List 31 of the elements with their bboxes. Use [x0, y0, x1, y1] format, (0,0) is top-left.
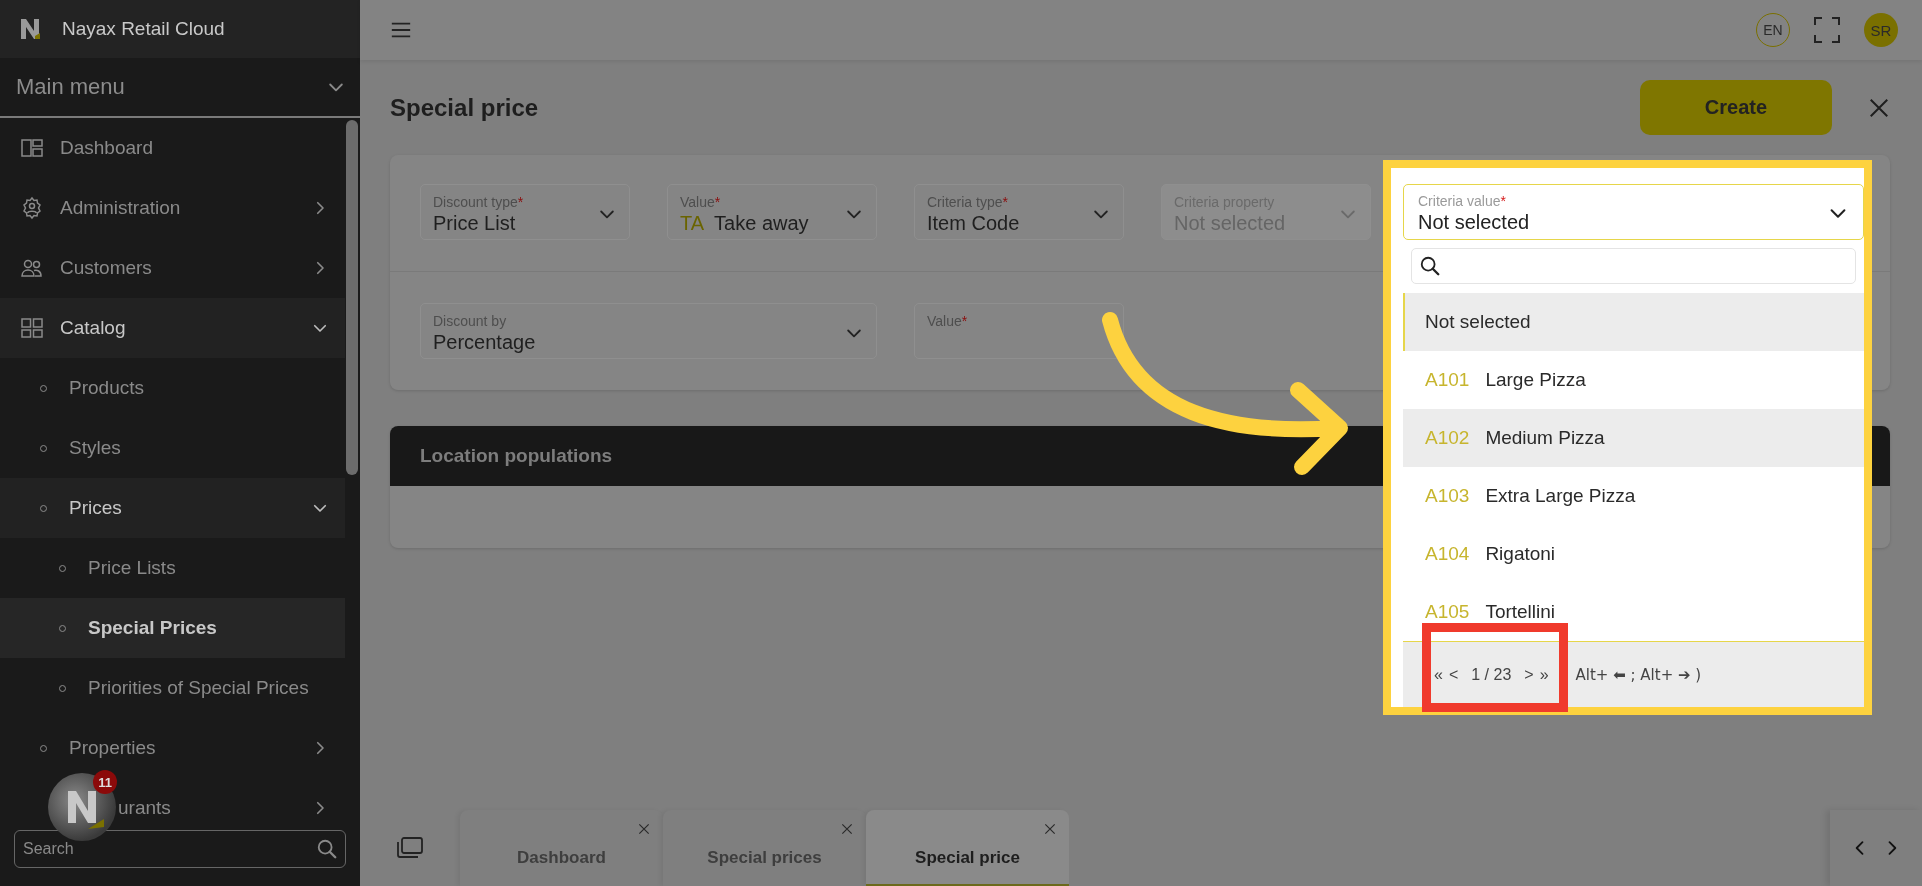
- main-menu-header[interactable]: Main menu: [0, 58, 360, 118]
- sidebar-item[interactable]: Dashboard: [0, 118, 345, 178]
- sidebar-item[interactable]: Price Lists: [0, 538, 345, 598]
- last-page-button[interactable]: »: [1538, 665, 1550, 684]
- page-title: Special price: [390, 93, 539, 122]
- dropdown-option[interactable]: A102 Medium Pizza: [1403, 409, 1864, 467]
- tab[interactable]: Special price: [866, 810, 1069, 886]
- page-indicator: 1 / 23: [1471, 665, 1512, 684]
- search-field[interactable]: Search: [14, 830, 346, 868]
- select-field[interactable]: Criteria value* Not selected: [1403, 184, 1864, 240]
- create-button[interactable]: Create: [1640, 80, 1832, 135]
- shortcut-hint: Alt+ ⬅ ; Alt+ ➔ ): [1575, 665, 1702, 684]
- user-avatar[interactable]: SR: [1864, 13, 1898, 47]
- sidebar-item[interactable]: urants: [118, 797, 171, 818]
- sidebar-item[interactable]: Special Prices: [0, 598, 345, 658]
- sidebar-item[interactable]: Customers: [0, 238, 345, 298]
- sidebar-item[interactable]: Products: [0, 358, 345, 418]
- sidebar-item[interactable]: Prices: [0, 478, 345, 538]
- dropdown-option[interactable]: Not selected: [1403, 293, 1864, 351]
- brand-name: Nayax Retail Cloud: [62, 18, 225, 40]
- notification-count: 11: [93, 770, 117, 794]
- sidebar-item[interactable]: Styles: [0, 418, 345, 478]
- sidebar-item[interactable]: Administration: [0, 178, 345, 238]
- tab[interactable]: Special prices: [663, 810, 866, 886]
- sidebar-item[interactable]: Catalog: [0, 298, 345, 358]
- section-title: Location populations: [420, 445, 613, 467]
- tab[interactable]: Dashboard: [460, 810, 663, 886]
- next-page-button[interactable]: >: [1523, 665, 1535, 684]
- first-page-button[interactable]: «: [1433, 665, 1444, 684]
- previous-page-button[interactable]: <: [1447, 665, 1460, 684]
- sidebar-item[interactable]: Priorities of Special Prices: [0, 658, 345, 718]
